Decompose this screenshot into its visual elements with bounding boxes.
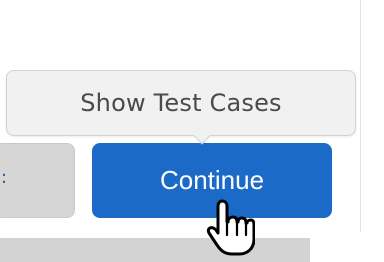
show-test-cases-tooltip: Show Test Cases [6,70,356,136]
continue-button[interactable]: Continue [92,143,332,218]
secondary-button[interactable]: : [0,143,75,218]
right-divider [360,0,361,232]
bottom-bar [0,238,310,262]
bottom-bar-right [310,238,384,262]
continue-button-label: Continue [159,165,265,195]
tooltip-text: Show Test Cases [80,89,282,117]
secondary-button-label: : [1,167,8,188]
